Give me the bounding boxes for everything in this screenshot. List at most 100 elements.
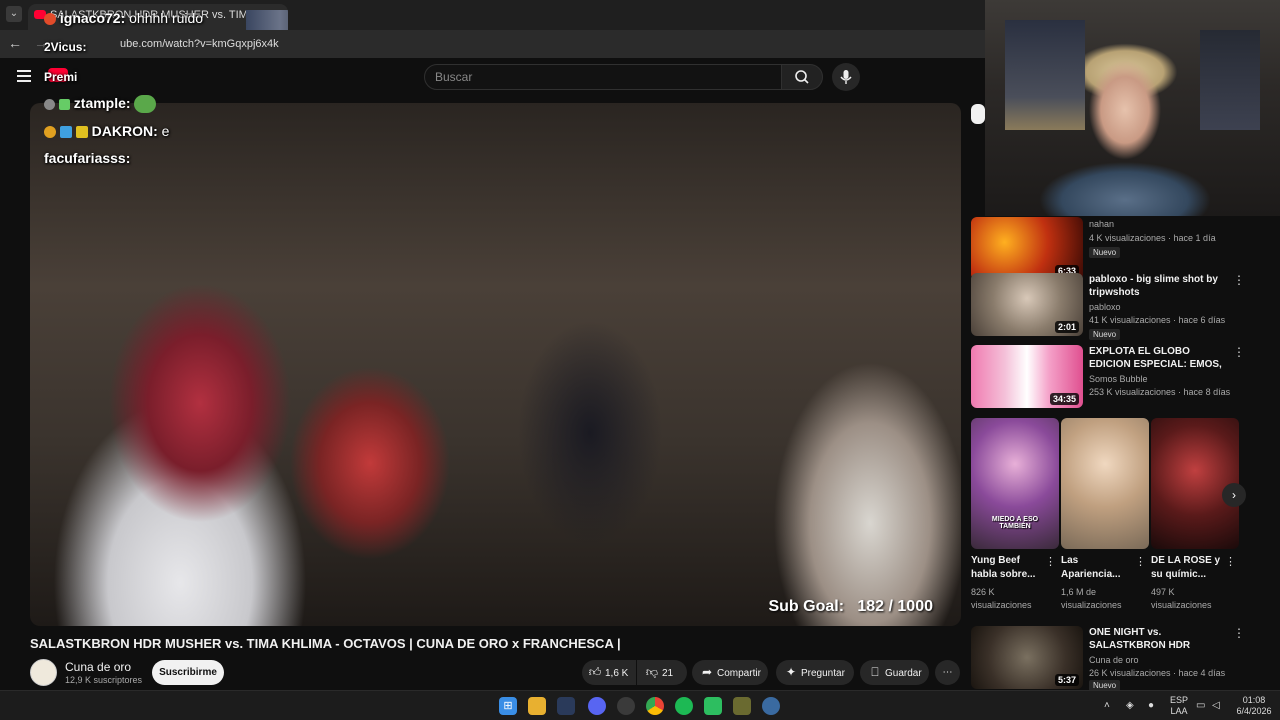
bookmark-icon: ⎕ bbox=[871, 665, 879, 679]
search-placeholder: Buscar bbox=[435, 70, 473, 84]
duration-badge: 2:01 bbox=[1054, 321, 1079, 333]
short-views: 497 K visualizaciones bbox=[1151, 587, 1212, 610]
rec-meta: 26 K visualizaciones · hace 4 días bbox=[1089, 668, 1226, 678]
chat-message: facufariasss: bbox=[44, 150, 130, 166]
chevron-right-icon[interactable]: › bbox=[1222, 483, 1246, 507]
search-input[interactable]: Buscar bbox=[424, 64, 782, 90]
save-button[interactable]: ⎕ Guardar bbox=[860, 660, 929, 685]
dislike-button[interactable]: 👎︎ 21 bbox=[637, 660, 687, 685]
dislike-count: 21 bbox=[662, 668, 674, 679]
more-vert-icon[interactable]: ⋮ bbox=[1233, 345, 1245, 359]
rec-title: pabloxo - big slime shot by tripwshots (… bbox=[1089, 274, 1218, 298]
shorts-shelf: MIEDO A ESO TAMBIÉN Yung Beef habla sobr… bbox=[971, 418, 1241, 613]
filter-chip[interactable] bbox=[971, 104, 985, 124]
chat-message: Premi bbox=[44, 70, 77, 84]
share-button[interactable]: ➦ Compartir bbox=[692, 660, 768, 685]
app-icon[interactable] bbox=[704, 697, 722, 715]
more-actions-button[interactable]: ⋯ bbox=[935, 660, 960, 685]
more-vert-icon[interactable]: ⋮ bbox=[1233, 273, 1245, 287]
app-icon[interactable] bbox=[733, 697, 751, 715]
channel-avatar[interactable] bbox=[30, 659, 57, 686]
sub-goal-value: 182 / 1000 bbox=[857, 598, 933, 615]
chevron-up-icon[interactable]: ˄ bbox=[1104, 700, 1110, 711]
subscribe-button[interactable]: Suscribirme bbox=[152, 660, 224, 685]
chat-message: ztample: bbox=[44, 95, 157, 114]
sparkle-icon: ✦ bbox=[785, 665, 797, 679]
chat-user: 2Vicus: bbox=[44, 40, 87, 54]
more-vert-icon[interactable]: ⋮ bbox=[1135, 555, 1146, 568]
more-vert-icon[interactable]: ⋮ bbox=[1225, 555, 1236, 568]
search-button[interactable] bbox=[781, 64, 823, 90]
rec-channel: Somos Bubble bbox=[1089, 374, 1148, 384]
start-icon[interactable]: ⊞ bbox=[499, 697, 517, 715]
browser-toolbar: ← → ube.com/watch?v=kmGqxpj6x4k bbox=[0, 30, 985, 58]
thumbs-up-icon: 👍︎ bbox=[588, 665, 602, 679]
volume-icon[interactable]: ◁ bbox=[1212, 700, 1220, 711]
new-badge: Nuevo bbox=[1089, 247, 1121, 258]
more-icon: ⋯ bbox=[942, 667, 953, 678]
obs-icon[interactable] bbox=[617, 697, 635, 715]
more-vert-icon[interactable]: ⋮ bbox=[1233, 626, 1245, 640]
chat-message: ignaco72: ohhhh ruido bbox=[44, 10, 203, 26]
short-views: 1,6 M de visualizaciones bbox=[1061, 587, 1122, 610]
chat-user: ztample: bbox=[73, 95, 131, 111]
video-thumbnail: 6:33 bbox=[971, 217, 1083, 280]
spotify-icon[interactable] bbox=[675, 697, 693, 715]
youtube-header: Buscar bbox=[0, 58, 985, 98]
ask-label: Preguntar bbox=[801, 668, 845, 679]
short-item[interactable]: MIEDO A ESO TAMBIÉN Yung Beef habla sobr… bbox=[971, 418, 1059, 613]
streamer-webcam bbox=[985, 0, 1280, 216]
chat-message: 2Vicus: bbox=[44, 40, 86, 54]
video-thumbnail: 2:01 bbox=[971, 273, 1083, 336]
duration-badge: 34:35 bbox=[1049, 393, 1079, 405]
sub-goal-overlay: Sub Goal: 182 / 1000 bbox=[768, 598, 933, 616]
shield-icon[interactable]: ◈ bbox=[1126, 700, 1134, 711]
tab-thumbnail bbox=[246, 10, 288, 30]
short-title: DE LA ROSE y su químic... bbox=[1151, 555, 1221, 580]
language-indicator[interactable]: ESP LAA bbox=[1168, 695, 1190, 717]
chat-user: DAKRON: bbox=[91, 123, 158, 139]
chrome-icon[interactable] bbox=[646, 697, 664, 715]
url-text: ube.com/watch?v=kmGqxpj6x4k bbox=[120, 38, 279, 50]
thumbs-down-icon: 👎︎ bbox=[645, 665, 659, 679]
share-icon: ➦ bbox=[701, 665, 713, 679]
short-item[interactable]: DE LA ROSE y su químic... 497 K visualiz… bbox=[1151, 418, 1239, 613]
short-title: Las Apariencia... bbox=[1061, 555, 1121, 580]
tab-search-icon[interactable]: ⌄ bbox=[6, 6, 22, 22]
chat-text: e bbox=[161, 123, 170, 139]
more-vert-icon[interactable]: ⋮ bbox=[1045, 555, 1056, 568]
voice-search-button[interactable] bbox=[832, 63, 860, 91]
channel-name[interactable]: Cuna de oro bbox=[65, 660, 131, 674]
share-label: Compartir bbox=[717, 668, 761, 679]
like-button[interactable]: 👍︎ 1,6 K bbox=[582, 660, 636, 685]
save-label: Guardar bbox=[885, 668, 922, 679]
rec-channel: Cuna de oro bbox=[1089, 655, 1139, 665]
language-bottom: LAA bbox=[1170, 706, 1188, 716]
video-thumbnail: 34:35 bbox=[971, 345, 1083, 408]
chat-user: Premi bbox=[44, 70, 78, 84]
microphone-tray-icon[interactable]: ● bbox=[1148, 700, 1154, 711]
short-caption: MIEDO A ESO TAMBIÉN bbox=[991, 516, 1039, 530]
clock-date: 6/4/2026 bbox=[1236, 706, 1272, 716]
ask-button[interactable]: ✦ Preguntar bbox=[776, 660, 854, 685]
short-item[interactable]: Las Apariencia... 1,6 M de visualizacion… bbox=[1061, 418, 1149, 613]
short-thumbnail: MIEDO A ESO TAMBIÉN bbox=[971, 418, 1059, 549]
new-badge: Nuevo bbox=[1089, 329, 1121, 340]
file-explorer-icon[interactable] bbox=[528, 697, 546, 715]
chat-user: ignaco72: bbox=[59, 10, 126, 26]
badge-icon bbox=[44, 126, 56, 139]
windows-taskbar: ⊞ ˄ ◈ ● ESP LAA ▭ ◁ 01:08 6/4/2026 bbox=[0, 690, 1280, 720]
steam-icon[interactable] bbox=[557, 697, 575, 715]
rec-meta: 253 K visualizaciones · hace 8 días bbox=[1089, 387, 1231, 397]
menu-icon[interactable] bbox=[17, 70, 31, 82]
video-player[interactable]: Sub Goal: 182 / 1000 bbox=[30, 103, 961, 626]
badge-icon bbox=[44, 13, 56, 26]
clock[interactable]: 01:08 6/4/2026 bbox=[1232, 695, 1276, 717]
app-icon[interactable] bbox=[762, 697, 780, 715]
address-bar[interactable]: ube.com/watch?v=kmGqxpj6x4k bbox=[96, 34, 976, 54]
network-icon[interactable]: ▭ bbox=[1196, 700, 1205, 711]
duration-badge: 5:37 bbox=[1054, 674, 1079, 686]
sub-goal-label: Sub Goal: bbox=[768, 598, 845, 615]
back-arrow-icon[interactable]: ← bbox=[8, 35, 22, 51]
discord-icon[interactable] bbox=[588, 697, 606, 715]
